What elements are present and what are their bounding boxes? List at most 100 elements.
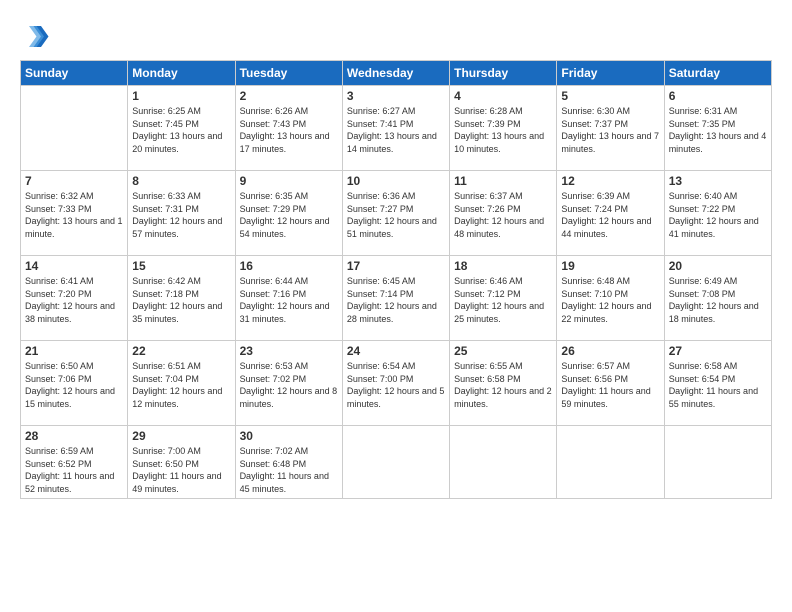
day-number: 8 bbox=[132, 174, 230, 188]
day-number: 4 bbox=[454, 89, 552, 103]
calendar-cell: 4 Sunrise: 6:28 AMSunset: 7:39 PMDaylight… bbox=[450, 86, 557, 171]
calendar-cell: 27 Sunrise: 6:58 AMSunset: 6:54 PMDayligh… bbox=[664, 341, 771, 426]
calendar-cell bbox=[450, 426, 557, 499]
calendar-cell: 6 Sunrise: 6:31 AMSunset: 7:35 PMDaylight… bbox=[664, 86, 771, 171]
week-row-0: 1 Sunrise: 6:25 AMSunset: 7:45 PMDaylight… bbox=[21, 86, 772, 171]
day-info: Sunrise: 6:37 AMSunset: 7:26 PMDaylight:… bbox=[454, 190, 552, 240]
day-info: Sunrise: 6:50 AMSunset: 7:06 PMDaylight:… bbox=[25, 360, 123, 410]
weekday-header-friday: Friday bbox=[557, 61, 664, 86]
day-info: Sunrise: 6:44 AMSunset: 7:16 PMDaylight:… bbox=[240, 275, 338, 325]
day-number: 15 bbox=[132, 259, 230, 273]
day-info: Sunrise: 7:02 AMSunset: 6:48 PMDaylight:… bbox=[240, 445, 338, 495]
calendar-cell: 9 Sunrise: 6:35 AMSunset: 7:29 PMDaylight… bbox=[235, 171, 342, 256]
day-number: 21 bbox=[25, 344, 123, 358]
day-number: 13 bbox=[669, 174, 767, 188]
day-number: 3 bbox=[347, 89, 445, 103]
calendar: SundayMondayTuesdayWednesdayThursdayFrid… bbox=[20, 60, 772, 499]
day-info: Sunrise: 6:48 AMSunset: 7:10 PMDaylight:… bbox=[561, 275, 659, 325]
logo bbox=[20, 20, 54, 50]
calendar-cell: 8 Sunrise: 6:33 AMSunset: 7:31 PMDaylight… bbox=[128, 171, 235, 256]
calendar-cell: 20Sunrise: 6:49 AMSunset: 7:08 PMDayligh… bbox=[664, 256, 771, 341]
calendar-cell bbox=[557, 426, 664, 499]
day-info: Sunrise: 6:57 AMSunset: 6:56 PMDaylight:… bbox=[561, 360, 659, 410]
day-info: Sunrise: 6:33 AMSunset: 7:31 PMDaylight:… bbox=[132, 190, 230, 240]
day-number: 30 bbox=[240, 429, 338, 443]
week-row-4: 28 Sunrise: 6:59 AMSunset: 6:52 PMDayligh… bbox=[21, 426, 772, 499]
weekday-header-wednesday: Wednesday bbox=[342, 61, 449, 86]
day-number: 1 bbox=[132, 89, 230, 103]
day-info: Sunrise: 6:31 AMSunset: 7:35 PMDaylight:… bbox=[669, 105, 767, 155]
calendar-cell bbox=[664, 426, 771, 499]
day-info: Sunrise: 6:32 AMSunset: 7:33 PMDaylight:… bbox=[25, 190, 123, 240]
day-number: 23 bbox=[240, 344, 338, 358]
day-info: Sunrise: 6:28 AMSunset: 7:39 PMDaylight:… bbox=[454, 105, 552, 155]
calendar-cell: 30 Sunrise: 7:02 AMSunset: 6:48 PMDayligh… bbox=[235, 426, 342, 499]
day-info: Sunrise: 6:53 AMSunset: 7:02 PMDaylight:… bbox=[240, 360, 338, 410]
page: SundayMondayTuesdayWednesdayThursdayFrid… bbox=[0, 0, 792, 612]
day-number: 20 bbox=[669, 259, 767, 273]
calendar-cell: 24Sunrise: 6:54 AMSunset: 7:00 PMDayligh… bbox=[342, 341, 449, 426]
day-info: Sunrise: 6:42 AMSunset: 7:18 PMDaylight:… bbox=[132, 275, 230, 325]
week-row-2: 14 Sunrise: 6:41 AMSunset: 7:20 PMDayligh… bbox=[21, 256, 772, 341]
day-number: 27 bbox=[669, 344, 767, 358]
day-info: Sunrise: 6:45 AMSunset: 7:14 PMDaylight:… bbox=[347, 275, 445, 325]
calendar-cell: 19Sunrise: 6:48 AMSunset: 7:10 PMDayligh… bbox=[557, 256, 664, 341]
week-row-3: 21 Sunrise: 6:50 AMSunset: 7:06 PMDayligh… bbox=[21, 341, 772, 426]
calendar-cell: 14 Sunrise: 6:41 AMSunset: 7:20 PMDayligh… bbox=[21, 256, 128, 341]
day-number: 24 bbox=[347, 344, 445, 358]
day-number: 11 bbox=[454, 174, 552, 188]
calendar-cell: 3Sunrise: 6:27 AMSunset: 7:41 PMDaylight… bbox=[342, 86, 449, 171]
calendar-cell bbox=[342, 426, 449, 499]
day-number: 10 bbox=[347, 174, 445, 188]
day-info: Sunrise: 6:51 AMSunset: 7:04 PMDaylight:… bbox=[132, 360, 230, 410]
day-number: 26 bbox=[561, 344, 659, 358]
day-number: 16 bbox=[240, 259, 338, 273]
calendar-cell: 5 Sunrise: 6:30 AMSunset: 7:37 PMDaylight… bbox=[557, 86, 664, 171]
day-info: Sunrise: 6:41 AMSunset: 7:20 PMDaylight:… bbox=[25, 275, 123, 325]
weekday-header-sunday: Sunday bbox=[21, 61, 128, 86]
calendar-cell: 22Sunrise: 6:51 AMSunset: 7:04 PMDayligh… bbox=[128, 341, 235, 426]
day-info: Sunrise: 6:59 AMSunset: 6:52 PMDaylight:… bbox=[25, 445, 123, 495]
logo-icon bbox=[20, 20, 50, 50]
day-info: Sunrise: 6:36 AMSunset: 7:27 PMDaylight:… bbox=[347, 190, 445, 240]
header bbox=[20, 20, 772, 50]
day-info: Sunrise: 6:30 AMSunset: 7:37 PMDaylight:… bbox=[561, 105, 659, 155]
day-number: 18 bbox=[454, 259, 552, 273]
day-info: Sunrise: 6:35 AMSunset: 7:29 PMDaylight:… bbox=[240, 190, 338, 240]
day-number: 28 bbox=[25, 429, 123, 443]
day-info: Sunrise: 6:39 AMSunset: 7:24 PMDaylight:… bbox=[561, 190, 659, 240]
calendar-cell: 26 Sunrise: 6:57 AMSunset: 6:56 PMDayligh… bbox=[557, 341, 664, 426]
week-row-1: 7 Sunrise: 6:32 AMSunset: 7:33 PMDaylight… bbox=[21, 171, 772, 256]
day-number: 14 bbox=[25, 259, 123, 273]
calendar-cell: 13Sunrise: 6:40 AMSunset: 7:22 PMDayligh… bbox=[664, 171, 771, 256]
calendar-cell: 29 Sunrise: 7:00 AMSunset: 6:50 PMDayligh… bbox=[128, 426, 235, 499]
day-number: 12 bbox=[561, 174, 659, 188]
calendar-cell: 23 Sunrise: 6:53 AMSunset: 7:02 PMDayligh… bbox=[235, 341, 342, 426]
day-info: Sunrise: 6:58 AMSunset: 6:54 PMDaylight:… bbox=[669, 360, 767, 410]
weekday-header-thursday: Thursday bbox=[450, 61, 557, 86]
day-info: Sunrise: 6:46 AMSunset: 7:12 PMDaylight:… bbox=[454, 275, 552, 325]
calendar-cell: 18 Sunrise: 6:46 AMSunset: 7:12 PMDayligh… bbox=[450, 256, 557, 341]
calendar-cell: 16 Sunrise: 6:44 AMSunset: 7:16 PMDayligh… bbox=[235, 256, 342, 341]
day-number: 9 bbox=[240, 174, 338, 188]
day-info: Sunrise: 6:26 AMSunset: 7:43 PMDaylight:… bbox=[240, 105, 338, 155]
day-number: 29 bbox=[132, 429, 230, 443]
day-number: 6 bbox=[669, 89, 767, 103]
day-number: 7 bbox=[25, 174, 123, 188]
day-number: 5 bbox=[561, 89, 659, 103]
calendar-cell: 2Sunrise: 6:26 AMSunset: 7:43 PMDaylight… bbox=[235, 86, 342, 171]
calendar-cell: 28 Sunrise: 6:59 AMSunset: 6:52 PMDayligh… bbox=[21, 426, 128, 499]
calendar-cell: 21 Sunrise: 6:50 AMSunset: 7:06 PMDayligh… bbox=[21, 341, 128, 426]
calendar-cell bbox=[21, 86, 128, 171]
weekday-header-saturday: Saturday bbox=[664, 61, 771, 86]
day-number: 25 bbox=[454, 344, 552, 358]
calendar-cell: 11 Sunrise: 6:37 AMSunset: 7:26 PMDayligh… bbox=[450, 171, 557, 256]
day-info: Sunrise: 6:25 AMSunset: 7:45 PMDaylight:… bbox=[132, 105, 230, 155]
calendar-cell: 25 Sunrise: 6:55 AMSunset: 6:58 PMDayligh… bbox=[450, 341, 557, 426]
calendar-cell: 10 Sunrise: 6:36 AMSunset: 7:27 PMDayligh… bbox=[342, 171, 449, 256]
day-info: Sunrise: 7:00 AMSunset: 6:50 PMDaylight:… bbox=[132, 445, 230, 495]
day-info: Sunrise: 6:55 AMSunset: 6:58 PMDaylight:… bbox=[454, 360, 552, 410]
weekday-header-monday: Monday bbox=[128, 61, 235, 86]
calendar-cell: 12 Sunrise: 6:39 AMSunset: 7:24 PMDayligh… bbox=[557, 171, 664, 256]
weekday-header-row: SundayMondayTuesdayWednesdayThursdayFrid… bbox=[21, 61, 772, 86]
